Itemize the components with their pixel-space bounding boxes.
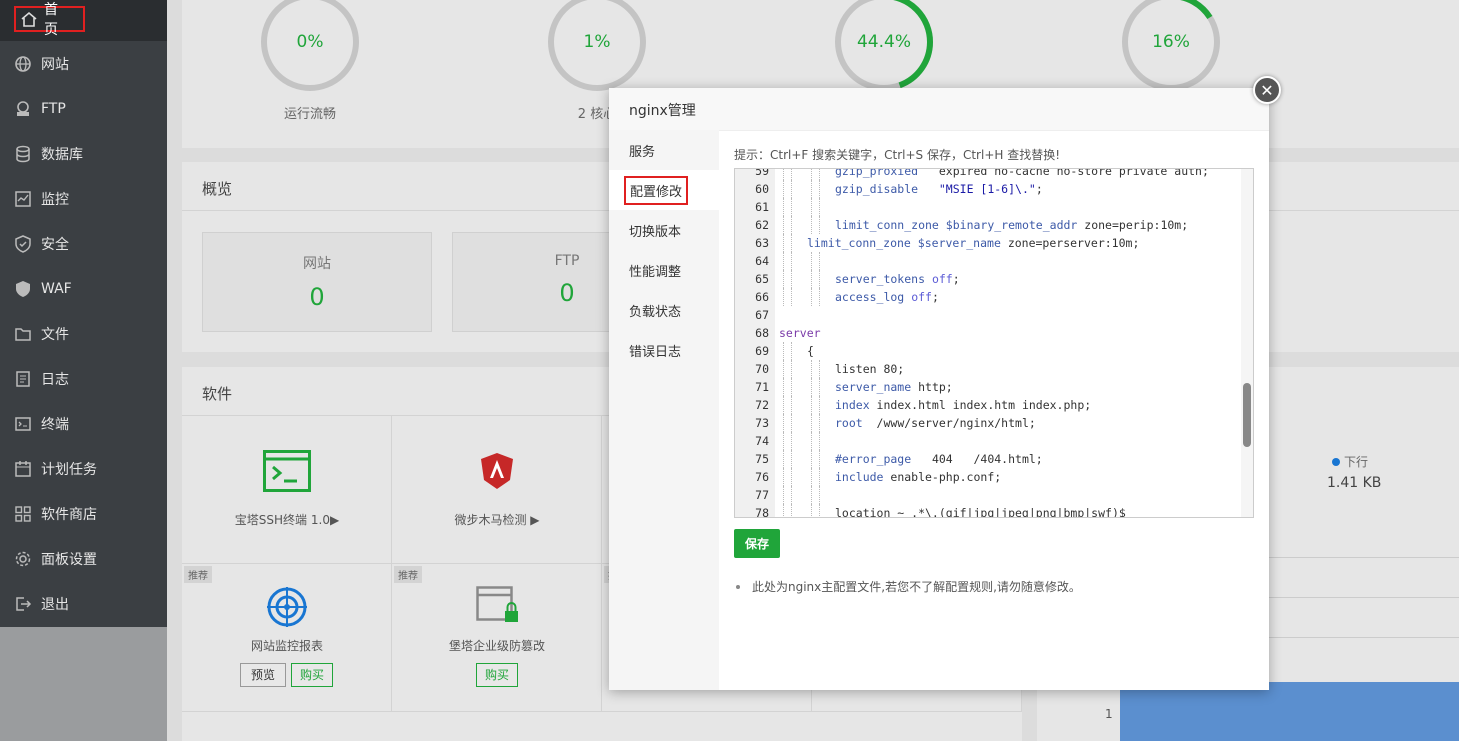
code-line: 78 location ~ .*\.(gif|jpg|jpeg|png|bmp|s… [735,504,1240,518]
line-number: 67 [755,308,769,322]
code-line: 63 limit_conn_zone $server_name zone=pers… [735,234,1240,252]
code-line: 76 include enable-php.conf; [735,468,1240,486]
line-number: 75 [755,452,769,466]
code-text: listen 80; [835,362,905,376]
nginx-modal: nginx管理 服务配置修改切换版本性能调整负载状态错误日志 提示：Ctrl+F… [609,88,1269,690]
editor-scrollbar[interactable] [1241,169,1253,517]
bullet-icon [736,585,740,589]
code-text: include enable-php.conf; [835,470,1002,484]
config-editor[interactable]: 59 gzip_proxied expired no-cache no-store… [734,168,1254,518]
tab-label: 负载状态 [629,304,682,320]
code-line: 62 limit_conn_zone $binary_remote_addr zo… [735,216,1240,234]
tab-label: 服务 [629,144,656,160]
save-button[interactable]: 保存 [734,529,780,558]
code-line: 65 server_tokens off; [735,270,1240,288]
code-line: 66 access_log off; [735,288,1240,306]
line-number: 68 [755,326,769,340]
code-text: limit_conn_zone $binary_remote_addr zone… [835,218,1189,232]
code-text: gzip_proxied expired no-cache no-store p… [835,168,1209,178]
line-number: 63 [755,236,769,250]
line-number: 59 [755,168,769,178]
code-line: 74 [735,432,1240,450]
code-line: 71 server_name http; [735,378,1240,396]
tab-1[interactable]: 配置修改 [609,170,719,210]
code-line: 75 #error_page 404 /404.html; [735,450,1240,468]
line-number: 69 [755,344,769,358]
line-number: 65 [755,272,769,286]
config-note-text: 此处为nginx主配置文件,若您不了解配置规则,请勿随意修改。 [752,580,1081,594]
line-number: 72 [755,398,769,412]
code-text: #error_page 404 /404.html; [835,452,1043,466]
line-number: 71 [755,380,769,394]
tab-label: 切换版本 [629,224,682,240]
code-line: 73 root /www/server/nginx/html; [735,414,1240,432]
code-line: 59 gzip_proxied expired no-cache no-store… [735,168,1240,180]
code-text: server_name http; [835,380,953,394]
code-line: 67 [735,306,1240,324]
line-number: 77 [755,488,769,502]
code-text: location ~ .*\.(gif|jpg|jpeg|png|bmp|swf… [835,506,1126,518]
line-number: 76 [755,470,769,484]
tab-0[interactable]: 服务 [609,130,719,170]
line-number: 62 [755,218,769,232]
line-number: 70 [755,362,769,376]
tab-3[interactable]: 性能调整 [609,250,719,290]
code-line: 70 listen 80; [735,360,1240,378]
tab-2[interactable]: 切换版本 [609,210,719,250]
tab-5[interactable]: 错误日志 [609,330,719,370]
code-text: gzip_disable "MSIE [1-6]\."; [835,182,1043,196]
config-note: 此处为nginx主配置文件,若您不了解配置规则,请勿随意修改。 [734,578,1081,595]
line-number: 61 [755,200,769,214]
tab-label: 错误日志 [629,344,682,360]
close-icon[interactable]: ✕ [1253,76,1281,104]
modal-header: nginx管理 [609,88,1269,131]
line-number: 60 [755,182,769,196]
line-number: 74 [755,434,769,448]
code-line: 68 server [735,324,1240,342]
scrollbar-thumb[interactable] [1243,383,1251,447]
code-line: 77 [735,486,1240,504]
code-text: { [807,344,814,358]
line-number: 66 [755,290,769,304]
line-number: 78 [755,506,769,518]
code-line: 61 [735,198,1240,216]
code-text: server [779,326,821,340]
editor-hint: 提示：Ctrl+F 搜索关键字，Ctrl+S 保存，Ctrl+H 查找替换! [734,148,1061,162]
code-text: limit_conn_zone $server_name zone=perser… [807,236,1140,250]
tab-label: 性能调整 [629,264,682,280]
code-line: 64 [735,252,1240,270]
code-text: index index.html index.htm index.php; [835,398,1092,412]
code-text: access_log off; [835,290,939,304]
code-text: server_tokens off; [835,272,960,286]
line-number: 64 [755,254,769,268]
code-line: 72 index index.html index.htm index.php; [735,396,1240,414]
tab-4[interactable]: 负载状态 [609,290,719,330]
code-line: 60 gzip_disable "MSIE [1-6]\."; [735,180,1240,198]
modal-title: nginx管理 [629,103,696,119]
line-number: 73 [755,416,769,430]
code-line: 69 { [735,342,1240,360]
modal-tabs: 服务配置修改切换版本性能调整负载状态错误日志 [609,130,719,690]
tab-label: 配置修改 [624,175,689,205]
code-text: root /www/server/nginx/html; [835,416,1036,430]
